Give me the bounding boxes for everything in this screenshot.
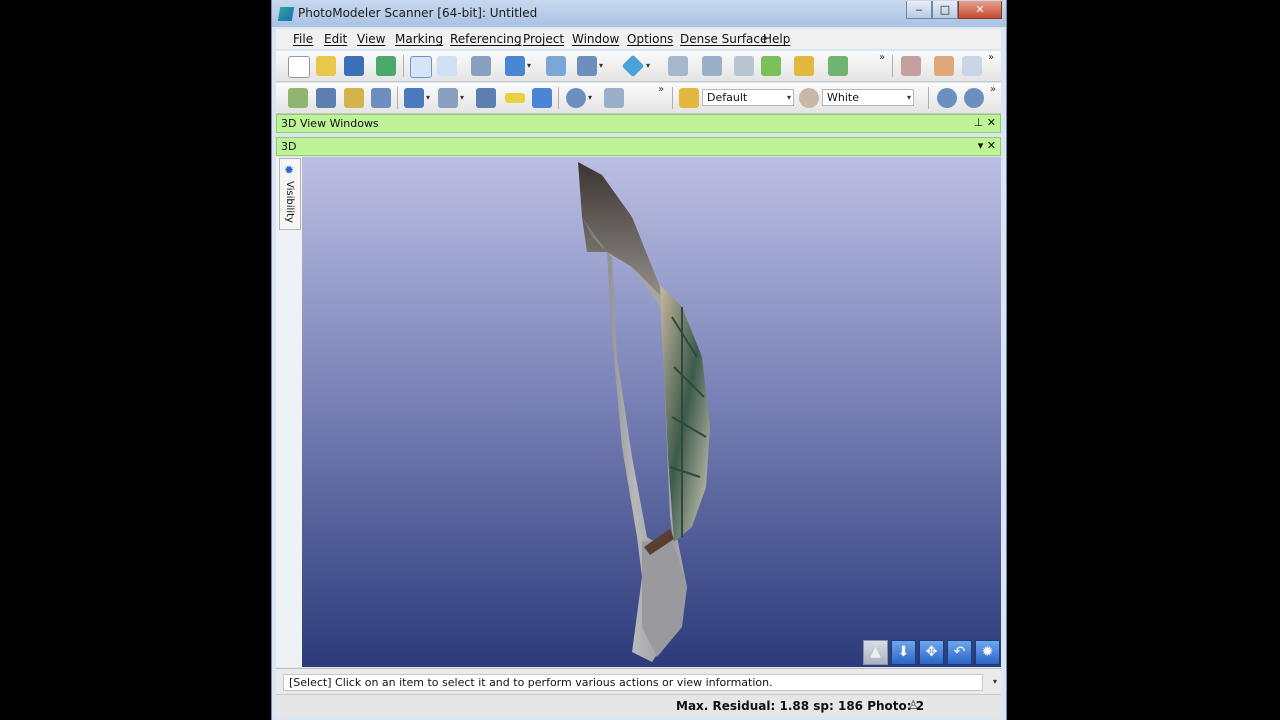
app-logo-icon <box>277 7 295 21</box>
menu-file[interactable]: File <box>293 32 313 46</box>
residual-readout: Max. Residual: 1.88 sp: 186 Photo: 2 <box>676 699 925 713</box>
visibility-tab-label: Visibility <box>284 181 295 223</box>
cloud-window-pane <box>660 285 710 542</box>
nav-undo-button[interactable]: ↶ <box>947 640 972 665</box>
zoom-icon[interactable] <box>566 88 586 108</box>
menu-bar: File Edit View Marking Referencing Proje… <box>276 29 1001 49</box>
3d-view-header: 3D ▾ ✕ <box>276 137 1001 156</box>
menu-dense-surface[interactable]: Dense Surface <box>680 32 767 46</box>
surface-tool-icon[interactable] <box>621 54 645 78</box>
open-project-icon[interactable] <box>316 56 336 76</box>
menu-window[interactable]: Window <box>572 32 619 46</box>
menu-referencing[interactable]: Referencing <box>450 32 522 46</box>
photo-table-icon[interactable] <box>344 88 364 108</box>
status-message: [Select] Click on an item to select it a… <box>283 674 983 691</box>
app-window: PhotoModeler Scanner [64-bit]: Untitled … <box>271 0 1007 720</box>
undo-icon[interactable] <box>376 56 396 76</box>
zoom-in-icon[interactable] <box>937 88 957 108</box>
color-combo-arrow-icon[interactable]: ▾ <box>907 90 911 106</box>
idealize-icon[interactable] <box>901 56 921 76</box>
save-icon[interactable] <box>344 56 364 76</box>
point-cloud-model <box>578 162 710 662</box>
toolbar2-overflow-icon[interactable]: » <box>658 85 664 95</box>
main-toolbar: ▾ ▾ ▾ » » <box>276 51 1001 82</box>
toolbar1-overflow-right-icon[interactable]: » <box>988 53 994 63</box>
scale-rotate-icon[interactable] <box>702 56 722 76</box>
maximize-button[interactable]: □ <box>932 1 958 19</box>
3d-view-controls[interactable]: ▾ ✕ <box>978 139 996 152</box>
side-panel-strip <box>276 157 302 667</box>
3d-view-windows-title: 3D View Windows <box>281 117 379 130</box>
menu-project[interactable]: Project <box>523 32 564 46</box>
layer-combo-arrow-icon[interactable]: ▾ <box>787 90 791 106</box>
close-button[interactable]: ✕ <box>958 1 1002 19</box>
menu-view[interactable]: View <box>357 32 385 46</box>
ruler-icon[interactable] <box>505 93 525 103</box>
curve-tool-icon[interactable] <box>577 56 597 76</box>
surface-dropdown-icon[interactable]: ▾ <box>646 61 650 70</box>
minimize-button[interactable]: ‒ <box>906 1 932 19</box>
curve-dropdown-icon[interactable]: ▾ <box>599 61 603 70</box>
line-tool-icon[interactable] <box>546 56 566 76</box>
zoom-fit-icon[interactable] <box>604 88 624 108</box>
message-dropdown-icon[interactable]: ▾ <box>993 677 997 686</box>
layer-icon[interactable] <box>679 88 699 108</box>
select-multiple-icon[interactable] <box>437 56 457 76</box>
nav-pan-button[interactable]: ✥ <box>919 640 944 665</box>
3d-viewport[interactable]: ▲ ⬇ ✥ ↶ ✹ <box>302 157 1001 667</box>
pin-close-controls[interactable]: ⊥ ✕ <box>974 116 996 129</box>
new-project-icon[interactable] <box>288 56 310 78</box>
visibility-gear-icon: ✹ <box>284 163 295 177</box>
person-icon: ♙ <box>908 698 919 712</box>
layer-combo-value: Default <box>707 91 748 104</box>
measure-icon[interactable] <box>668 56 688 76</box>
visibility-tab[interactable]: ✹ Visibility <box>279 158 301 230</box>
layer-combo[interactable]: Default ▾ <box>702 89 794 106</box>
nav-select-button[interactable]: ▲ <box>863 640 888 665</box>
toolbar1-overflow-icon[interactable]: » <box>879 53 885 63</box>
reference-icon[interactable] <box>734 56 754 76</box>
select-mode-icon[interactable] <box>410 56 432 78</box>
menu-edit[interactable]: Edit <box>324 32 347 46</box>
window-layout-icon[interactable] <box>476 88 496 108</box>
3d-view-icon[interactable] <box>438 88 458 108</box>
menu-marking[interactable]: Marking <box>395 32 443 46</box>
table-view-icon[interactable] <box>404 88 424 108</box>
color-combo[interactable]: White ▾ <box>822 89 914 106</box>
color-combo-value: White <box>827 91 859 104</box>
process-icon[interactable] <box>794 56 814 76</box>
nav-settings-button[interactable]: ✹ <box>975 640 1000 665</box>
view-toolbar: ▾ ▾ ▾ » Default ▾ White ▾ » <box>276 83 1001 114</box>
quality-report-icon[interactable] <box>371 88 391 108</box>
calibrate-icon[interactable] <box>532 88 552 108</box>
zoom-dropdown-icon[interactable]: ▾ <box>588 93 592 102</box>
add-point-icon[interactable] <box>505 56 525 76</box>
toolbar2-overflow-right-icon[interactable]: » <box>990 85 996 95</box>
delete-icon[interactable] <box>471 56 491 76</box>
menu-options[interactable]: Options <box>627 32 673 46</box>
zoom-out-icon[interactable] <box>964 88 984 108</box>
link-icon[interactable] <box>761 56 781 76</box>
3d-view-tab-title: 3D <box>281 140 297 153</box>
add-point-dropdown-icon[interactable]: ▾ <box>527 61 531 70</box>
check-icon[interactable] <box>828 56 848 76</box>
nav-down-button[interactable]: ⬇ <box>891 640 916 665</box>
photo-view-icon[interactable] <box>288 88 308 108</box>
title-bar: PhotoModeler Scanner [64-bit]: Untitled … <box>272 0 1006 27</box>
grid-dots-icon[interactable] <box>934 56 954 76</box>
grid-settings-icon[interactable] <box>962 56 982 76</box>
open-photo-icon[interactable] <box>316 88 336 108</box>
window-title: PhotoModeler Scanner [64-bit]: Untitled <box>298 6 538 20</box>
3d-view-windows-header: 3D View Windows ⊥ ✕ <box>276 114 1001 133</box>
status-bar: Max. Residual: 1.88 sp: 186 Photo: 2 ♙ <box>276 694 1001 717</box>
menu-help[interactable]: Help <box>763 32 790 46</box>
3d-view-dropdown-icon[interactable]: ▾ <box>460 93 464 102</box>
table-dropdown-icon[interactable]: ▾ <box>426 93 430 102</box>
message-bar: [Select] Click on an item to select it a… <box>276 668 1001 695</box>
color-palette-icon[interactable] <box>799 88 819 108</box>
